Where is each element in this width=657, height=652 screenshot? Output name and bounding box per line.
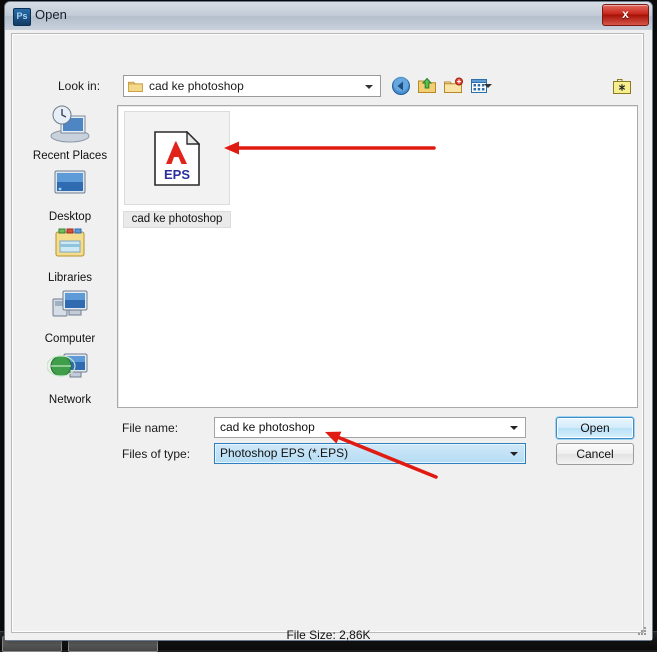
- desktop-icon: [54, 170, 86, 194]
- file-size-status: File Size: 2,86K: [286, 628, 371, 642]
- file-name-label: cad ke photoshop: [123, 211, 231, 228]
- look-in-dropdown[interactable]: cad ke photoshop: [123, 75, 381, 97]
- files-of-type-value: Photoshop EPS (*.EPS): [220, 446, 349, 460]
- places-bar: Recent Places Desktop Libraries Computer…: [30, 102, 110, 407]
- place-label: Network: [48, 394, 92, 406]
- place-computer[interactable]: Computer: [30, 285, 110, 345]
- network-icon: [46, 353, 88, 378]
- look-in-value: cad ke photoshop: [149, 79, 244, 93]
- close-button[interactable]: x: [602, 4, 649, 26]
- look-in-label: Look in:: [58, 79, 101, 93]
- file-list-item[interactable]: EPS cad ke photoshop: [123, 111, 231, 228]
- place-network[interactable]: Network: [30, 346, 110, 406]
- back-icon[interactable]: [391, 76, 411, 96]
- open-button[interactable]: Open: [556, 417, 634, 439]
- files-of-type-label: Files of type:: [122, 447, 191, 461]
- dialog-body: Look in: cad ke photoshop Recent Places …: [5, 30, 652, 642]
- file-name-field-label: File name:: [122, 421, 179, 435]
- libraries-icon: [55, 228, 85, 257]
- new-folder-icon[interactable]: [443, 76, 463, 96]
- files-of-type-dropdown[interactable]: Photoshop EPS (*.EPS): [214, 443, 526, 464]
- recent-places-icon: [50, 105, 90, 143]
- file-list[interactable]: EPS cad ke photoshop: [117, 105, 638, 408]
- desktop-background: Ps Open x Look in: cad ke photoshop Rece…: [0, 0, 657, 652]
- place-label: Computer: [44, 333, 96, 345]
- title-bar[interactable]: Ps Open x: [5, 2, 652, 31]
- place-recent-places[interactable]: Recent Places: [30, 102, 110, 162]
- place-label: Recent Places: [32, 150, 108, 162]
- chevron-down-icon: [510, 452, 518, 456]
- up-folder-icon[interactable]: [417, 76, 437, 96]
- file-name-input[interactable]: cad ke photoshop: [214, 417, 526, 438]
- window-title: Open: [35, 7, 67, 22]
- file-name-value: cad ke photoshop: [220, 420, 315, 434]
- resize-grip-icon[interactable]: [635, 624, 647, 636]
- place-label: Libraries: [47, 272, 93, 284]
- chevron-down-icon: [510, 426, 518, 430]
- place-label: Desktop: [48, 211, 92, 223]
- cancel-button[interactable]: Cancel: [556, 443, 634, 465]
- favorites-folder-icon[interactable]: [611, 76, 633, 98]
- views-chevron-down-icon[interactable]: [484, 84, 492, 88]
- file-thumbnail: EPS: [124, 111, 230, 205]
- folder-icon: [128, 81, 143, 92]
- chevron-down-icon: [365, 85, 373, 89]
- open-file-dialog: Ps Open x Look in: cad ke photoshop Rece…: [4, 1, 653, 642]
- place-desktop[interactable]: Desktop: [30, 163, 110, 223]
- computer-icon: [52, 290, 88, 317]
- eps-icon-text: EPS: [164, 167, 190, 182]
- photoshop-icon: Ps: [13, 8, 31, 26]
- place-libraries[interactable]: Libraries: [30, 224, 110, 284]
- eps-file-icon: EPS: [154, 131, 200, 186]
